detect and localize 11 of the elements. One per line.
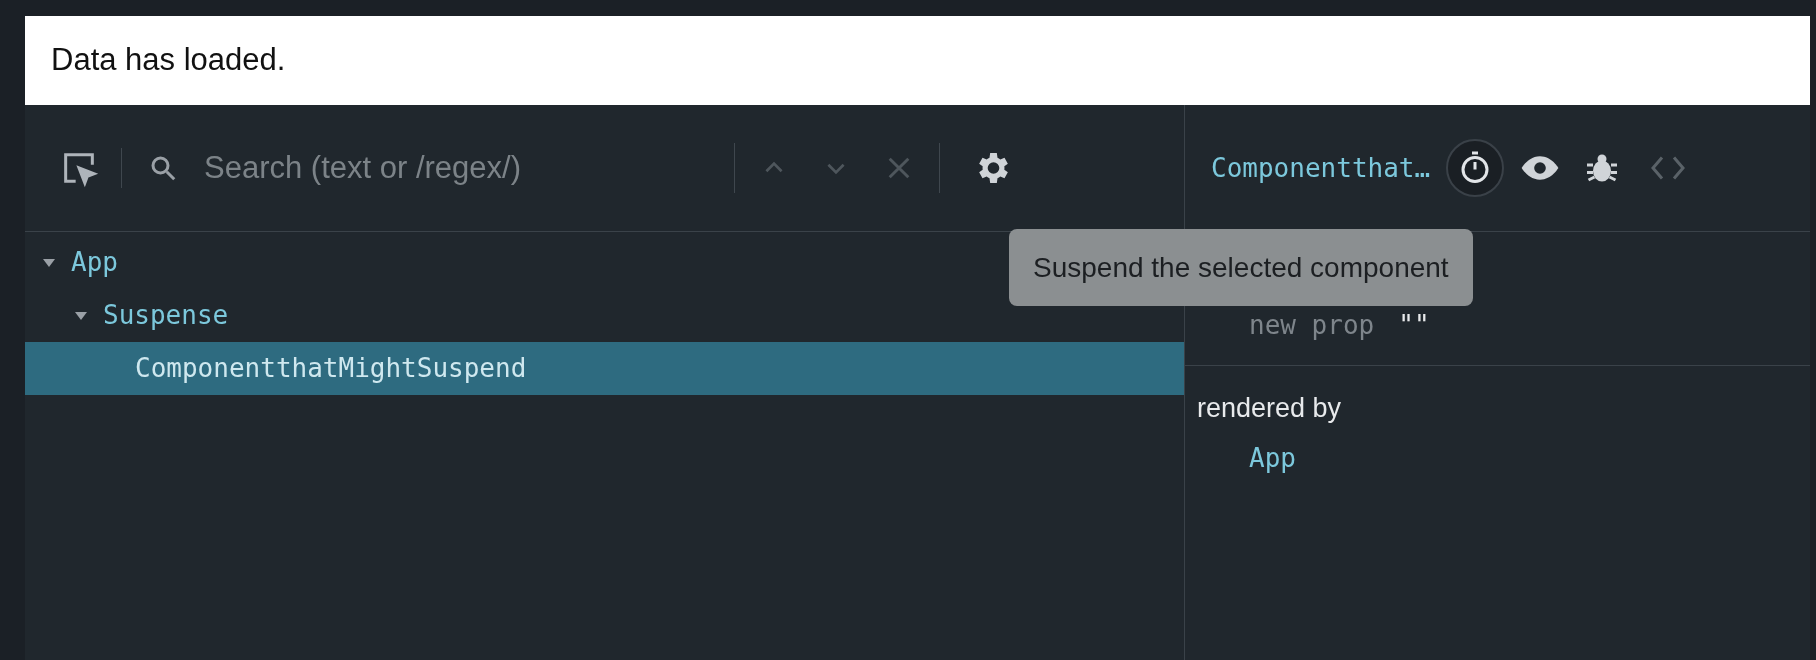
caret-icon[interactable] [73,310,89,321]
tree-item[interactable]: ComponentthatMightSuspend [25,342,1184,395]
caret-icon[interactable] [41,257,57,268]
owner-link[interactable]: App [1249,438,1810,478]
search-field[interactable]: Search (text or /regex/) [148,144,688,192]
component-title: Componentthat… [1211,151,1431,185]
prop-value[interactable]: "" [1398,306,1430,345]
tooltip: Suspend the selected component [1009,229,1473,306]
notification-banner: Data has loaded. [25,16,1810,105]
section-label: rendered by [1197,392,1343,425]
prop-name: new prop [1249,309,1375,342]
